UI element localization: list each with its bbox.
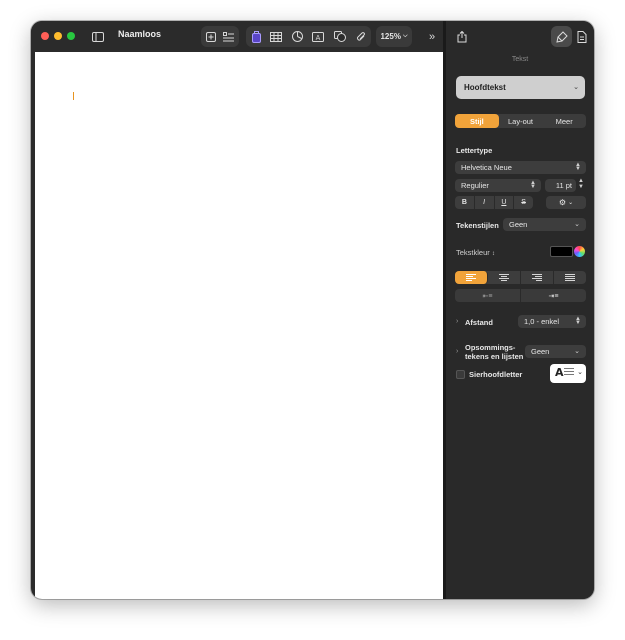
align-right-icon: [532, 274, 542, 281]
text-color-label-text: Tekstkleur: [456, 248, 490, 257]
text-color-label[interactable]: Tekstkleur ↕: [456, 248, 495, 257]
dropcap-preview-icon: A: [555, 366, 564, 379]
font-style-select[interactable]: Regulier ▲ ▼: [455, 179, 541, 192]
media-attach-icon[interactable]: [354, 27, 368, 46]
text-cursor: [73, 92, 74, 100]
tab-stijl[interactable]: Stijl: [455, 114, 499, 128]
align-center-button[interactable]: [488, 271, 521, 284]
up-down-icon: ↕: [491, 251, 495, 257]
document-canvas[interactable]: [35, 52, 443, 599]
format-inspector: Tekst Hoofdtekst ⌄ Stijl Lay-out Meer Le…: [446, 21, 594, 599]
insert-list-icon[interactable]: [221, 27, 235, 46]
minimize-button[interactable]: [54, 32, 62, 40]
font-section-label: Lettertype: [456, 146, 493, 155]
advanced-options-button[interactable]: ⚙ ⌄: [546, 196, 586, 209]
zoom-button[interactable]: [67, 32, 75, 40]
disclosure-triangle-icon[interactable]: ›: [456, 318, 458, 325]
more-toolbar-icon[interactable]: »: [424, 27, 440, 46]
chevron-down-icon: ⌄: [574, 221, 580, 228]
svg-text:A: A: [316, 35, 321, 42]
align-center-icon: [499, 274, 509, 281]
bullets-value: Geen: [531, 347, 550, 356]
bullets-select[interactable]: Geen ⌄: [525, 345, 586, 358]
disclosure-triangle-icon[interactable]: ›: [456, 348, 458, 355]
text-color-icon[interactable]: [249, 27, 263, 46]
inspector-title: Tekst: [511, 56, 529, 63]
align-left-icon: [466, 274, 476, 281]
paragraph-style-menu[interactable]: Hoofdtekst ⌄: [456, 76, 585, 99]
chevron-down-icon: ⌄: [573, 84, 579, 91]
chevron-down-icon: ⌵: [402, 33, 408, 39]
text-color-swatch[interactable]: [550, 246, 573, 257]
align-right-button[interactable]: [521, 271, 554, 284]
bold-button[interactable]: B: [455, 196, 475, 209]
increase-indent-icon: ⇥≡: [548, 292, 559, 300]
text-box-icon[interactable]: A: [311, 27, 325, 46]
pages-window: Naamloos A 125% ⌵ » Tekst Hoofdtekst ⌄ S…: [31, 21, 594, 599]
char-styles-value: Geen: [509, 220, 528, 229]
document-title: Naamloos: [118, 29, 162, 39]
gear-icon: ⚙: [558, 198, 567, 207]
zoom-value: 125%: [380, 32, 401, 41]
font-style-value: Regulier: [461, 181, 489, 190]
share-icon[interactable]: [451, 26, 472, 47]
increase-indent-button[interactable]: ⇥≡: [521, 289, 586, 302]
spacing-label: Afstand: [465, 318, 493, 327]
sidebar-toggle-icon[interactable]: [89, 27, 106, 46]
strikethrough-button[interactable]: S: [514, 196, 533, 209]
underline-button[interactable]: U: [495, 196, 515, 209]
decrease-indent-button[interactable]: ⇤≡: [455, 289, 521, 302]
italic-button[interactable]: I: [475, 196, 495, 209]
spacing-value: 1,0 - enkel: [524, 317, 560, 326]
char-styles-select[interactable]: Geen ⌄: [503, 218, 586, 231]
zoom-menu[interactable]: 125% ⌵: [376, 26, 412, 47]
toolbar: Naamloos A 125% ⌵ »: [31, 21, 445, 52]
dropcap-style-menu[interactable]: A ⌄: [550, 364, 586, 383]
spacing-select[interactable]: 1,0 - enkel ▲ ▼: [518, 315, 586, 328]
inspector-tabs: Stijl Lay-out Meer: [455, 114, 586, 128]
font-family-select[interactable]: Helvetica Neue ▲ ▼: [455, 161, 586, 174]
bullets-label-line2: tekens en lijsten: [465, 352, 524, 361]
tab-layout[interactable]: Lay-out: [499, 114, 543, 128]
add-page-icon[interactable]: [204, 27, 218, 46]
chevron-down-icon: ⌄: [574, 348, 580, 355]
char-styles-label: Tekenstijlen: [456, 221, 499, 230]
font-size-field[interactable]: 11 pt: [545, 179, 576, 192]
dropcap-label: Sierhoofdletter: [469, 370, 523, 379]
object-group: [246, 26, 371, 47]
font-family-value: Helvetica Neue: [461, 163, 512, 172]
dropcap-checkbox[interactable]: [456, 370, 465, 379]
alignment-buttons: [455, 271, 586, 284]
text-style-buttons: B I U S: [455, 196, 533, 209]
font-size-stepper[interactable]: ▲ ▼: [577, 178, 585, 191]
format-brush-icon[interactable]: [551, 26, 572, 47]
bullets-label-line1: Opsommings-: [465, 343, 516, 352]
up-down-icon: ▲ ▼: [530, 180, 536, 190]
up-down-icon: ▲ ▼: [575, 316, 581, 326]
paragraph-style-value: Hoofdtekst: [464, 83, 506, 92]
justify-icon: [565, 274, 575, 281]
tab-meer[interactable]: Meer: [542, 114, 586, 128]
chart-icon[interactable]: [290, 27, 304, 46]
document-icon[interactable]: [571, 26, 592, 47]
align-left-button[interactable]: [455, 271, 488, 284]
table-icon[interactable]: [269, 27, 283, 46]
text-lines-icon: [564, 368, 574, 377]
decrease-indent-icon: ⇤≡: [482, 292, 493, 300]
shape-icon[interactable]: [333, 27, 347, 46]
justify-button[interactable]: [554, 271, 586, 284]
close-button[interactable]: [41, 32, 49, 40]
chevron-down-icon: ⌄: [568, 200, 574, 206]
color-wheel-icon[interactable]: [574, 246, 585, 257]
bullets-label: Opsommings- tekens en lijsten: [465, 343, 523, 361]
up-down-icon: ▲ ▼: [575, 162, 581, 172]
indent-buttons: ⇤≡ ⇥≡: [455, 289, 586, 302]
font-size-value: 11 pt: [555, 181, 572, 190]
chevron-down-icon: ⌄: [577, 369, 583, 376]
